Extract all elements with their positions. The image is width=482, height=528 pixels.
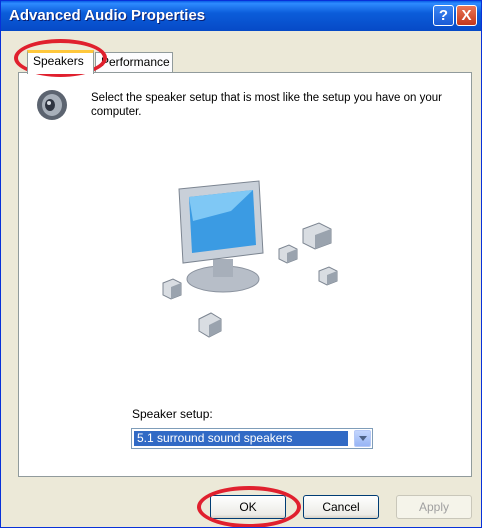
help-button[interactable]: ? bbox=[433, 5, 454, 26]
speaker-setup-label: Speaker setup: bbox=[132, 407, 213, 421]
intro-text: Select the speaker setup that is most li… bbox=[91, 92, 442, 118]
close-button[interactable]: X bbox=[456, 5, 477, 26]
tab-speakers[interactable]: Speakers bbox=[27, 50, 94, 74]
speaker-icon bbox=[37, 90, 67, 120]
apply-button[interactable]: Apply bbox=[396, 495, 472, 519]
speaker-setup-select[interactable]: 5.1 surround sound speakers bbox=[131, 428, 373, 449]
cancel-button[interactable]: Cancel bbox=[303, 495, 379, 519]
title-bar[interactable]: Advanced Audio Properties ? X bbox=[1, 1, 481, 31]
advanced-audio-properties-window: Advanced Audio Properties ? X Speakers P… bbox=[0, 0, 482, 528]
chevron-down-icon[interactable] bbox=[354, 430, 371, 447]
speaker-setup-value[interactable]: 5.1 surround sound speakers bbox=[134, 431, 348, 446]
ok-button[interactable]: OK bbox=[210, 495, 286, 519]
tab-performance[interactable]: Performance bbox=[95, 52, 173, 73]
speaker-setup-illustration bbox=[162, 180, 338, 338]
window-title: Advanced Audio Properties bbox=[9, 7, 206, 24]
